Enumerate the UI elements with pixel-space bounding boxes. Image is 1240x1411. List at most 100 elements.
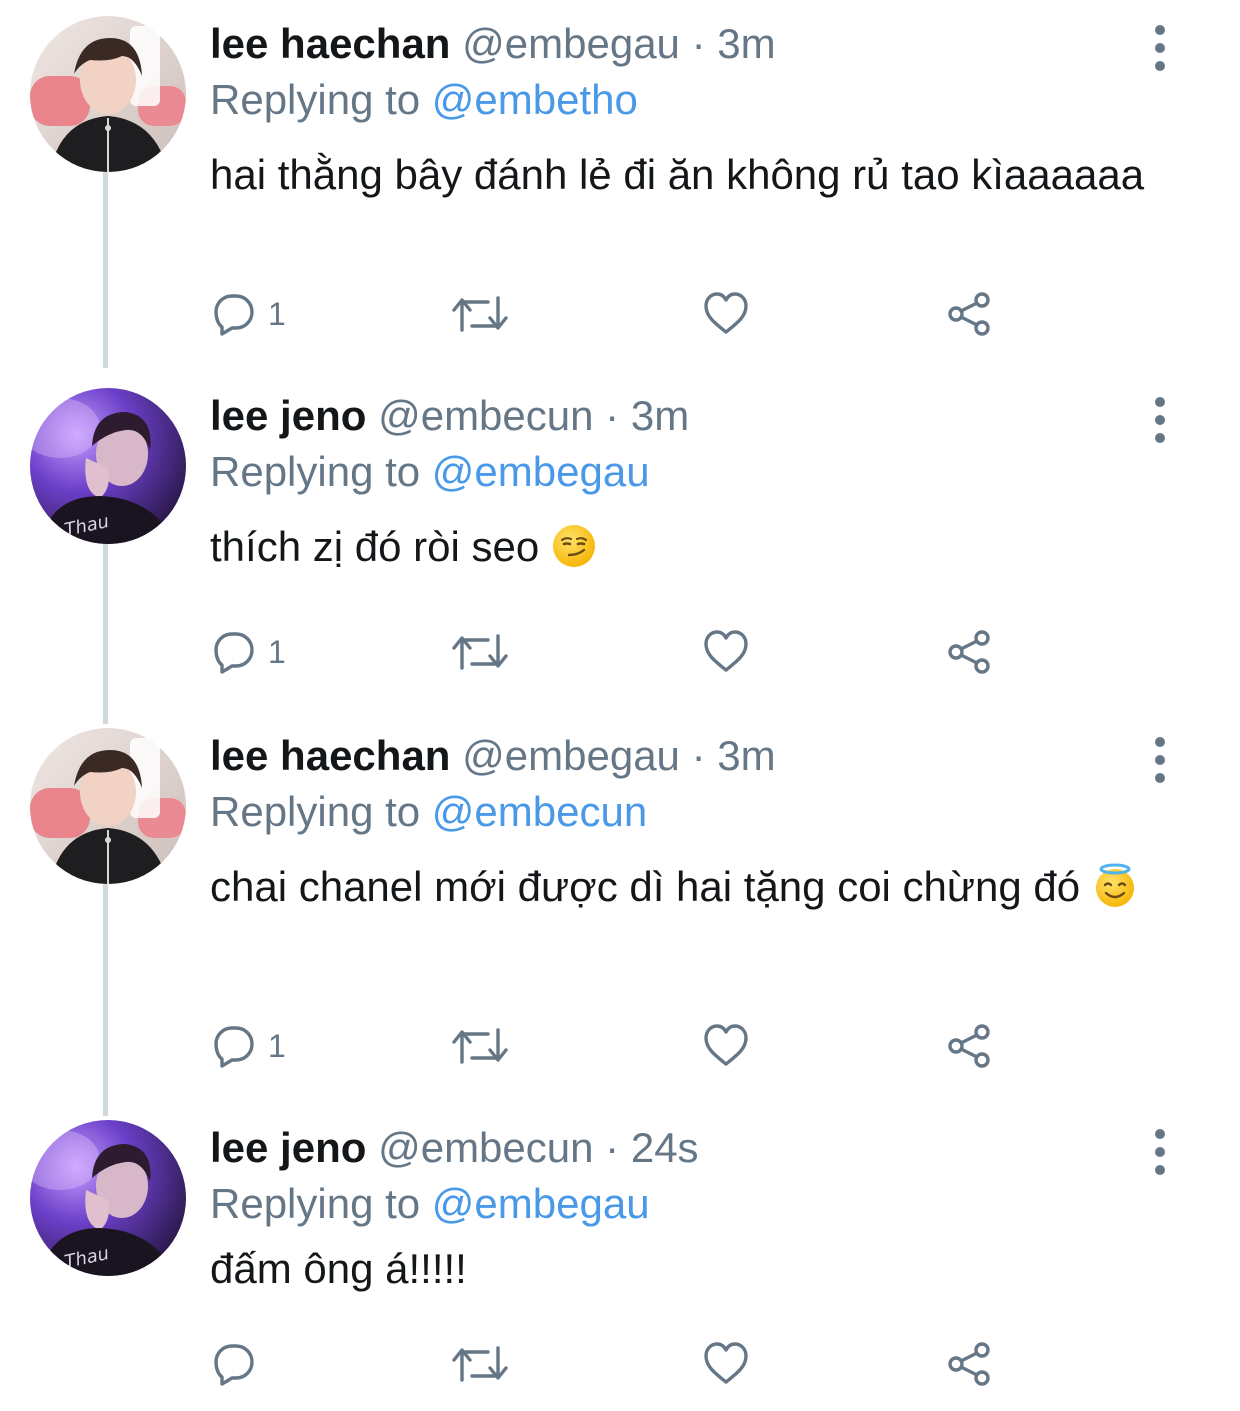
share-icon [946,290,994,338]
replying-label: Replying to [210,788,421,835]
like-icon [702,1022,750,1070]
thread-line [103,172,108,368]
separator: · [691,732,706,779]
replying-to: Replying to @embegau [210,444,1170,500]
replying-to: Replying to @embecun [210,784,1170,840]
tweet-header: lee jeno @embecun · 24s [210,1120,1170,1176]
replying-label: Replying to [210,448,421,495]
like-button[interactable] [702,1016,750,1076]
like-icon [702,290,750,338]
tweet-actions: 1 [210,1016,1010,1076]
share-icon [946,628,994,676]
share-icon [946,1022,994,1070]
tweet-actions: 1 [210,284,1010,344]
avatar-jeno-image [30,1120,186,1276]
tweet-content: lee jeno @embecun · 3m Replying to @embe… [210,388,1170,580]
tweet-text-body: đấm ông á!!!!! [210,1245,467,1292]
user-handle[interactable]: @embegau [462,732,680,779]
reply-button[interactable]: 1 [210,284,286,344]
timestamp[interactable]: 3m [717,732,775,779]
display-name[interactable]: lee haechan [210,732,450,779]
thread-line [103,544,108,724]
replying-label: Replying to [210,76,421,123]
retweet-button[interactable] [450,284,510,344]
reply-count: 1 [268,1027,286,1064]
separator: · [605,392,620,439]
retweet-icon [450,1022,510,1070]
display-name[interactable]: lee jeno [210,1124,366,1171]
mention-link[interactable]: @embegau [432,448,650,495]
separator: · [605,1124,620,1171]
thread-line [103,884,108,1116]
avatar-jeno-image [30,388,186,544]
reply-icon [210,628,258,676]
smirk-emoji [551,523,597,569]
share-button[interactable] [946,622,994,682]
halo-emoji [1092,863,1138,909]
tweet-text: chai chanel mới được dì hai tặng coi chừ… [210,854,1170,920]
replying-to: Replying to @embetho [210,72,1170,128]
like-icon [702,1340,750,1388]
tweet-actions: 1 [210,622,1010,682]
reply-icon [210,290,258,338]
mention-link[interactable]: @embetho [432,76,638,123]
share-button[interactable] [946,284,994,344]
reply-button[interactable] [210,1334,268,1394]
avatar-haechan-image [30,16,186,172]
tweet-text: đấm ông á!!!!! [210,1236,1170,1302]
more-icon[interactable] [1142,734,1178,786]
like-button[interactable] [702,1334,750,1394]
tweet-text: hai thằng bây đánh lẻ đi ăn không rủ tao… [210,142,1170,208]
tweet-header: lee haechan @embegau · 3m [210,728,1170,784]
user-handle[interactable]: @embecun [378,1124,593,1171]
tweet-header: lee jeno @embecun · 3m [210,388,1170,444]
share-button[interactable] [946,1016,994,1076]
more-icon[interactable] [1142,22,1178,74]
reply-button[interactable]: 1 [210,1016,286,1076]
mention-link[interactable]: @embecun [432,788,647,835]
replying-label: Replying to [210,1180,421,1227]
retweet-button[interactable] [450,1016,510,1076]
retweet-icon [450,290,510,338]
reply-count: 1 [268,633,286,670]
avatar[interactable] [30,728,186,884]
retweet-icon [450,628,510,676]
avatar[interactable] [30,1120,186,1276]
reply-button[interactable]: 1 [210,622,286,682]
display-name[interactable]: lee haechan [210,20,450,67]
more-icon[interactable] [1142,1126,1178,1178]
avatar-haechan-image [30,728,186,884]
like-button[interactable] [702,284,750,344]
tweet-text-body: thích zị đó ròi seo [210,523,540,570]
timestamp[interactable]: 24s [631,1124,699,1171]
avatar[interactable] [30,388,186,544]
retweet-button[interactable] [450,622,510,682]
more-icon[interactable] [1142,394,1178,446]
separator: · [691,20,706,67]
reply-icon [210,1340,258,1388]
tweet-text: thích zị đó ròi seo [210,514,1170,580]
replying-to: Replying to @embegau [210,1176,1170,1232]
timestamp[interactable]: 3m [717,20,775,67]
tweet-text-body: hai thằng bây đánh lẻ đi ăn không rủ tao… [210,151,1145,198]
tweet-content: lee jeno @embecun · 24s Replying to @emb… [210,1120,1170,1302]
display-name[interactable]: lee jeno [210,392,366,439]
tweet-header: lee haechan @embegau · 3m [210,16,1170,72]
timestamp[interactable]: 3m [631,392,689,439]
share-button[interactable] [946,1334,994,1394]
tweet-content: lee haechan @embegau · 3m Replying to @e… [210,728,1170,920]
user-handle[interactable]: @embecun [378,392,593,439]
tweet-actions [210,1334,1010,1394]
retweet-icon [450,1340,510,1388]
avatar[interactable] [30,16,186,172]
user-handle[interactable]: @embegau [462,20,680,67]
tweet-content: lee haechan @embegau · 3m Replying to @e… [210,16,1170,208]
reply-count: 1 [268,295,286,332]
mention-link[interactable]: @embegau [432,1180,650,1227]
tweet-text-body: chai chanel mới được dì hai tặng coi chừ… [210,863,1081,910]
retweet-button[interactable] [450,1334,510,1394]
like-icon [702,628,750,676]
like-button[interactable] [702,622,750,682]
reply-icon [210,1022,258,1070]
share-icon [946,1340,994,1388]
